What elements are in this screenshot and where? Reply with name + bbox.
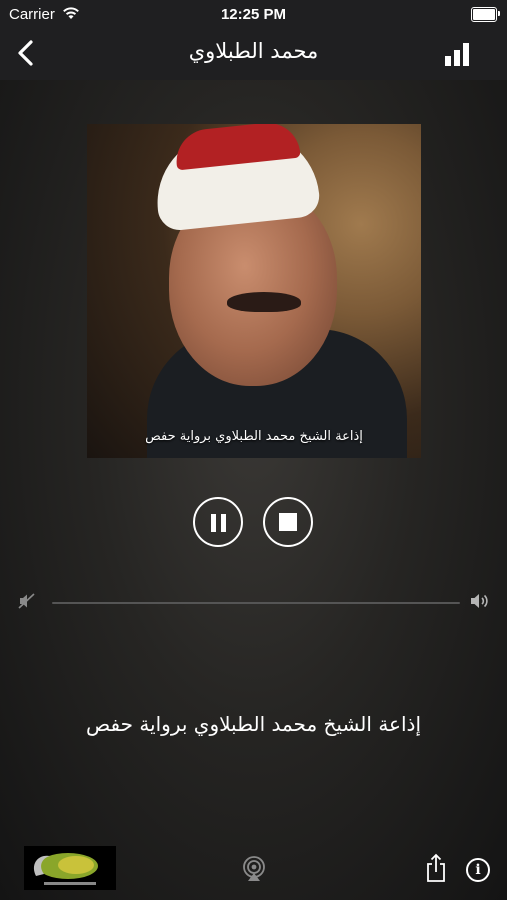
volume-slider[interactable]: [52, 602, 460, 604]
station-artwork: إذاعة الشيخ محمد الطبلاوي برواية حفص: [87, 124, 421, 458]
station-title: إذاعة الشيخ محمد الطبلاوي برواية حفص: [85, 712, 421, 736]
info-button[interactable]: i: [466, 858, 490, 882]
stop-icon: [279, 513, 297, 531]
page-title: محمد الطبلاوي: [188, 39, 319, 63]
status-time: 12:25 PM: [220, 6, 287, 23]
stop-button[interactable]: [263, 497, 313, 547]
bars-chart-icon[interactable]: [445, 42, 471, 66]
share-icon[interactable]: [425, 853, 447, 883]
battery-icon: [471, 7, 500, 22]
volume-mute-icon: [18, 593, 35, 609]
volume-max-icon: [471, 594, 488, 608]
pause-button[interactable]: [193, 497, 243, 547]
quran-radio-logo[interactable]: [24, 846, 116, 890]
airplay-icon[interactable]: [240, 855, 268, 883]
status-bar: Carrier 12:25 PM: [0, 0, 507, 28]
artwork-caption: إذاعة الشيخ محمد الطبلاوي برواية حفص: [145, 429, 363, 444]
artwork-mustache: [227, 292, 301, 312]
navigation-bar: محمد الطبلاوي: [0, 28, 507, 80]
